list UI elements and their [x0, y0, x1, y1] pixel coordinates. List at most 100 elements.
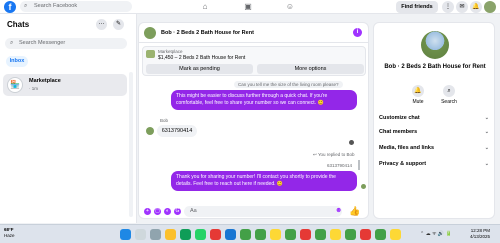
message-composer: + ▢ ◐ G Aa ☻ 👍: [139, 203, 368, 218]
section-label: Privacy & support: [379, 161, 427, 167]
chrome-icon[interactable]: [240, 229, 251, 240]
reply-label: ↩ You replied to Bob: [313, 152, 355, 157]
like-icon[interactable]: 👍: [349, 206, 360, 217]
weather-widget[interactable]: 68°F Haze: [4, 227, 15, 239]
search-messenger-input[interactable]: ⌕ Search Messenger: [5, 38, 127, 49]
chrome-icon[interactable]: [360, 229, 371, 240]
profile-photo[interactable]: [421, 31, 449, 59]
outgoing-message[interactable]: This might be easier to discuss further …: [171, 90, 357, 110]
chrome-icon[interactable]: [300, 229, 311, 240]
home-icon[interactable]: ⌂: [200, 2, 210, 12]
more-options-icon[interactable]: …: [96, 19, 107, 30]
search-icon: ⌕: [24, 3, 28, 9]
plus-icon[interactable]: +: [144, 208, 151, 215]
sidebar-scrollbar[interactable]: [129, 72, 133, 217]
search-facebook-placeholder: Search Facebook: [34, 3, 78, 9]
conversation-header: Bob · 2 Beds 2 Bath House for Rent i: [139, 23, 368, 43]
listing-description[interactable]: $1,450 – 2 Beds 2 Bath House for Rent: [158, 55, 245, 61]
info-icon[interactable]: i: [353, 28, 362, 37]
file-explorer-icon[interactable]: [165, 229, 176, 240]
chevron-down-icon: ⌄: [484, 115, 489, 121]
conversation-title[interactable]: Bob · 2 Beds 2 Bath House for Rent: [161, 30, 254, 36]
chevron-down-icon: ⌄: [484, 161, 489, 167]
mark-as-pending-button[interactable]: Mark as pending: [146, 64, 253, 74]
chrome-icon[interactable]: [345, 229, 356, 240]
chrome-icon[interactable]: [390, 229, 401, 240]
search-icon: ⌕: [10, 40, 14, 46]
reply-quote-bar: [358, 160, 360, 170]
start-icon[interactable]: [120, 229, 131, 240]
messenger-icon[interactable]: ✉: [456, 1, 468, 13]
profile-name: Bob · 2 Beds 2 Bath House for Rent: [384, 64, 486, 70]
conversation-name: Marketplace: [29, 78, 61, 84]
chrome-icon[interactable]: [255, 229, 266, 240]
listing-card: Marketplace $1,450 – 2 Beds 2 Bath House…: [142, 46, 366, 76]
image-icon[interactable]: ▢: [154, 208, 161, 215]
top-bar: f ⌕ Search Facebook ⌂ ▣ ☺ Find friends ⋮…: [0, 0, 500, 14]
listing-thumbnail[interactable]: [146, 50, 155, 58]
earlier-message-preview: Can you tell me the size of the living r…: [234, 81, 343, 88]
clock-date: 4/13/2025: [470, 234, 491, 239]
compose-icon[interactable]: ✎: [113, 19, 124, 30]
app-icon[interactable]: [225, 229, 236, 240]
store-icon[interactable]: ▣: [243, 2, 253, 12]
conversation-info-panel: Bob · 2 Beds 2 Bath House for Rent 🔔 Mut…: [373, 22, 495, 219]
chrome-icon[interactable]: [285, 229, 296, 240]
conversation-item-marketplace[interactable]: 🏪 Marketplace · 1m: [3, 74, 127, 96]
bell-icon: 🔔: [412, 85, 424, 97]
incoming-message[interactable]: 6313790414: [157, 125, 197, 137]
search-label: Search: [441, 99, 457, 105]
menu-grid-icon[interactable]: ⋮: [442, 1, 454, 13]
whatsapp-icon[interactable]: [195, 229, 206, 240]
account-avatar[interactable]: [484, 1, 496, 13]
mute-label: Mute: [412, 99, 424, 105]
reply-quote: 6313790414: [327, 163, 353, 168]
find-friends-button[interactable]: Find friends: [396, 1, 438, 13]
clock[interactable]: 12:28 PM 4/13/2025: [470, 228, 490, 240]
chrome-icon[interactable]: [315, 229, 326, 240]
gif-icon[interactable]: G: [174, 208, 181, 215]
weather-condition: Haze: [4, 233, 15, 238]
section-label: Media, files and links: [379, 145, 435, 151]
marketplace-store-icon: 🏪: [7, 77, 23, 93]
section-label: Chat members: [379, 129, 418, 135]
chevron-down-icon: ⌄: [484, 129, 489, 135]
outgoing-message[interactable]: Thank you for sharing your number! I'll …: [171, 171, 357, 191]
message-input[interactable]: Aa: [184, 206, 342, 217]
app-icon[interactable]: [180, 229, 191, 240]
search-icon: ⌕: [443, 85, 455, 97]
search-facebook-input[interactable]: ⌕ Search Facebook: [20, 1, 132, 12]
system-tray[interactable]: ⌃ ☁ ᯤ 🔊 🔋: [420, 231, 452, 237]
section-label: Customize chat: [379, 115, 420, 121]
sticker-icon[interactable]: ◐: [164, 208, 171, 215]
groups-icon[interactable]: ☺: [285, 2, 295, 12]
contact-avatar[interactable]: [144, 27, 156, 39]
taskbar-search-icon[interactable]: [135, 229, 146, 240]
chats-sidebar: Chats … ✎ ⌕ Search Messenger Inbox 🏪 Mar…: [0, 14, 137, 223]
customize-chat-section[interactable]: Customize chat ⌄: [379, 113, 491, 124]
more-options-button[interactable]: More options: [257, 64, 364, 74]
emoji-icon[interactable]: ☻: [335, 207, 342, 214]
conversation-panel: Bob · 2 Beds 2 Bath House for Rent i Mar…: [138, 22, 369, 219]
search-button[interactable]: ⌕ Search: [438, 85, 460, 105]
message-list: Can you tell me the size of the living r…: [139, 79, 368, 203]
sender-name: Bob: [160, 118, 169, 123]
media-files-links-section[interactable]: Media, files and links ⌄: [379, 143, 491, 154]
mute-button[interactable]: 🔔 Mute: [407, 85, 429, 105]
facebook-logo[interactable]: f: [4, 1, 16, 13]
chrome-icon[interactable]: [375, 229, 386, 240]
windows-taskbar: 68°F Haze ⌃ ☁ ᯤ 🔊 🔋 12:28 PM 4/13/2025: [0, 224, 500, 243]
listing-source: Marketplace: [158, 49, 183, 54]
sender-avatar: [146, 127, 154, 135]
chat-members-section[interactable]: Chat members ⌄: [379, 127, 491, 138]
task-view-icon[interactable]: [150, 229, 161, 240]
app-icon[interactable]: [210, 229, 221, 240]
inbox-tab[interactable]: Inbox: [6, 56, 28, 67]
search-messenger-placeholder: Search Messenger: [19, 40, 66, 46]
seen-indicator: [349, 140, 354, 145]
chevron-down-icon: ⌄: [484, 145, 489, 151]
notifications-icon[interactable]: 🔔: [470, 1, 482, 13]
chrome-icon[interactable]: [270, 229, 281, 240]
chrome-icon[interactable]: [330, 229, 341, 240]
privacy-support-section[interactable]: Privacy & support ⌄: [379, 159, 491, 170]
